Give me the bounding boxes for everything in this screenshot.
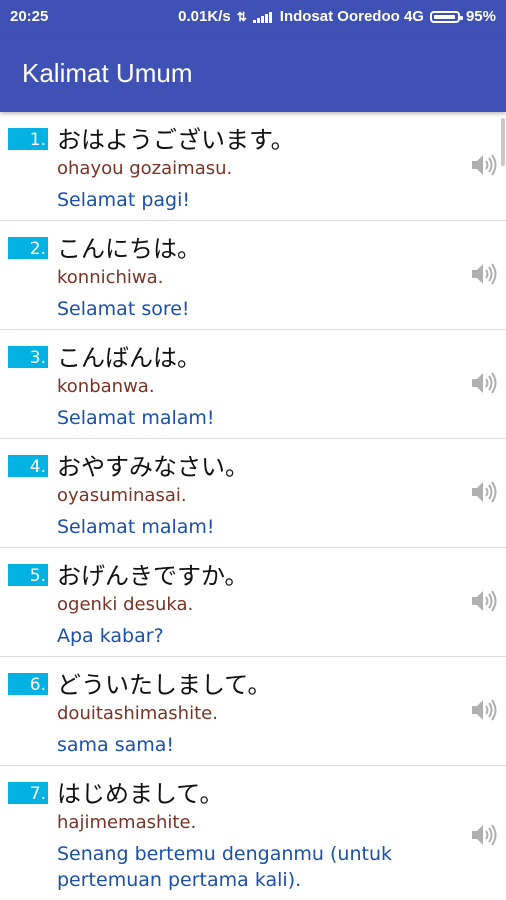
romaji-text: konnichiwa. <box>57 267 164 288</box>
japanese-text: はじめまして。 <box>57 780 224 808</box>
meaning-text: Selamat malam! <box>57 407 215 429</box>
scrollbar[interactable] <box>501 118 505 166</box>
carrier-name: Indosat Ooredoo 4G <box>279 8 424 25</box>
japanese-text: おはようございます。 <box>57 126 295 154</box>
status-time: 20:25 <box>10 8 49 25</box>
speaker-icon[interactable] <box>469 821 497 849</box>
page-title: Kalimat Umum <box>22 58 193 88</box>
meaning-text: sama sama! <box>57 734 175 756</box>
romaji-text: konbanwa. <box>57 376 155 397</box>
romaji-text: oyasuminasai. <box>57 485 187 506</box>
list-item[interactable]: 4. おやすみなさい。 oyasuminasai. Selamat malam! <box>0 439 506 548</box>
status-bar: 20:25 0.01K/s ⇅ Indosat Ooredoo 4G 95% <box>0 0 506 34</box>
item-number: 4. <box>8 455 48 477</box>
data-arrows-icon: ⇅ <box>236 9 247 24</box>
meaning-text: Selamat malam! <box>57 516 215 538</box>
status-right-group: 0.01K/s ⇅ Indosat Ooredoo 4G 95% <box>178 8 496 25</box>
battery-icon <box>429 10 463 23</box>
battery-percent: 95% <box>465 8 496 25</box>
japanese-text: こんにちは。 <box>57 235 201 263</box>
romaji-text: ohayou gozaimasu. <box>57 158 233 179</box>
meaning-text: Selamat sore! <box>57 298 190 320</box>
list-item[interactable]: 7. はじめまして。 hajimemashite. Senang bertemu… <box>0 766 506 897</box>
speaker-icon[interactable] <box>469 696 497 724</box>
list-item[interactable]: 3. こんばんは。 konbanwa. Selamat malam! <box>0 330 506 439</box>
list-item[interactable]: 2. こんにちは。 konnichiwa. Selamat sore! <box>0 221 506 330</box>
item-number: 1. <box>8 128 48 150</box>
item-number: 5. <box>8 564 48 586</box>
list-item[interactable]: 5. おげんきですか。 ogenki desuka. Apa kabar? <box>0 548 506 657</box>
item-number: 6. <box>8 673 48 695</box>
japanese-text: おやすみなさい。 <box>57 453 249 481</box>
speaker-icon[interactable] <box>469 369 497 397</box>
speaker-icon[interactable] <box>469 587 497 615</box>
app-toolbar: Kalimat Umum <box>0 34 506 112</box>
japanese-text: どういたしまして。 <box>57 671 272 699</box>
meaning-text: Apa kabar? <box>57 625 164 647</box>
list-item[interactable]: 1. おはようございます。 ohayou gozaimasu. Selamat … <box>0 112 506 221</box>
phrase-list[interactable]: 1. おはようございます。 ohayou gozaimasu. Selamat … <box>0 112 506 897</box>
romaji-text: ogenki desuka. <box>57 594 194 615</box>
list-item[interactable]: 6. どういたしまして。 douitashimashite. sama sama… <box>0 657 506 766</box>
network-speed: 0.01K/s <box>178 8 231 25</box>
speaker-icon[interactable] <box>469 478 497 506</box>
signal-icon <box>252 11 272 23</box>
item-number: 3. <box>8 346 48 368</box>
meaning-text: Selamat pagi! <box>57 189 190 211</box>
romaji-text: hajimemashite. <box>57 812 197 833</box>
speaker-icon[interactable] <box>469 151 497 179</box>
item-number: 7. <box>8 782 48 804</box>
speaker-icon[interactable] <box>469 260 497 288</box>
item-number: 2. <box>8 237 48 259</box>
romaji-text: douitashimashite. <box>57 703 218 724</box>
japanese-text: こんばんは。 <box>57 344 201 372</box>
meaning-text: Senang bertemu denganmu (untuk pertemuan… <box>57 843 392 891</box>
japanese-text: おげんきですか。 <box>57 562 249 590</box>
